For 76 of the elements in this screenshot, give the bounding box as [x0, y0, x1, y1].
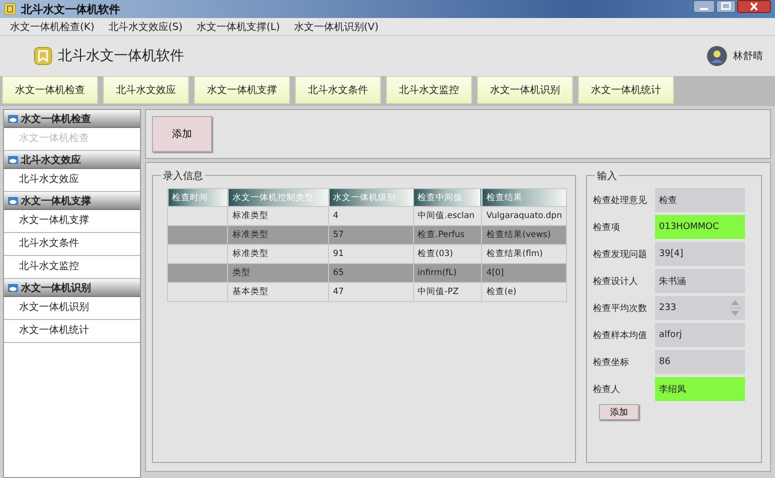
user-name: 林舒晴 — [733, 50, 763, 63]
table-cell: 检查结果(flm) — [482, 244, 566, 264]
field-label: 检查人 — [593, 384, 621, 396]
tab[interactable]: 水文一体机检查 — [2, 76, 98, 104]
sidebar-item[interactable]: 水文一体机统计 — [4, 320, 140, 343]
table-cell: 91 — [328, 244, 414, 264]
column-header: 检查时间 — [168, 188, 228, 206]
input-field[interactable]: 检查 — [655, 188, 745, 212]
group-label: 水文一体机检查 — [21, 112, 91, 126]
group-label: 水文一体机识别 — [21, 282, 91, 294]
input-field[interactable]: 李绍凤 — [655, 377, 745, 401]
table-cell: 57 — [328, 226, 414, 244]
field-label: 检查样本均值 — [593, 330, 648, 342]
field-label: 检查设计人 — [593, 276, 639, 288]
table-cell: 检查(03) — [413, 244, 482, 264]
menu-item[interactable]: 北斗水文效应(S) — [108, 20, 183, 34]
table-cell: 基本类型 — [228, 282, 328, 302]
column-header: 检查结果 — [482, 188, 566, 206]
sidebar-item[interactable]: 水文一体机识别 — [4, 297, 140, 320]
field-label: 检查平均次数 — [593, 302, 648, 314]
menu-item[interactable]: 水文一体机检查(K) — [10, 20, 94, 34]
avatar-icon[interactable] — [707, 46, 727, 66]
add-button[interactable]: 添加 — [152, 116, 212, 152]
column-header: 检查中间值 — [413, 188, 482, 206]
field-label: 检查发现问题 — [593, 248, 648, 260]
table-cell: 类型 — [228, 264, 328, 282]
table-cell: 4 — [328, 206, 414, 226]
sidebar-item[interactable]: 水文一体机支撑 — [4, 210, 140, 233]
minimize-button[interactable] — [693, 0, 715, 13]
table-cell: Vulgaraquato.dpn — [482, 206, 566, 226]
add-button[interactable]: 添加 — [599, 404, 639, 420]
table-cell: 检查.Perfus — [413, 226, 482, 244]
group-label: 北斗水文效应 — [21, 153, 81, 166]
column-header: 水文一体机级别 — [328, 188, 414, 206]
input-field[interactable]: 朱书涵 — [655, 269, 745, 293]
table-cell: 标准类型 — [228, 206, 328, 226]
field-label: 检查坐标 — [593, 356, 630, 368]
tab[interactable]: 北斗水文条件 — [295, 76, 381, 104]
group-title: 录入信息 — [161, 169, 205, 183]
app-icon — [4, 3, 16, 15]
tab[interactable]: 水文一体机支撑 — [194, 76, 290, 104]
sidebar-group-header[interactable]: 水文一体机识别 — [4, 279, 140, 297]
close-button[interactable] — [737, 0, 771, 13]
app-name: 北斗水文一体机软件 — [58, 47, 184, 65]
group-title: 输入 — [595, 169, 619, 183]
input-field[interactable]: alforj — [655, 323, 745, 347]
maximize-button[interactable] — [716, 0, 736, 13]
sidebar-item[interactable]: 北斗水文条件 — [4, 233, 140, 256]
number-field[interactable]: 233 — [655, 296, 745, 320]
table-cell: 中间值-PZ — [413, 282, 482, 302]
tab[interactable]: 北斗水文效应 — [103, 76, 189, 104]
table-cell: 检查(e) — [482, 282, 566, 302]
field-label: 检查项 — [593, 222, 621, 234]
table-cell: 中间值.esclan — [413, 206, 482, 226]
tab[interactable]: 北斗水文监控 — [386, 76, 472, 104]
menu-item[interactable]: 水文一体机支撑(L) — [196, 20, 280, 34]
field-label: 检查处理意见 — [593, 194, 648, 206]
logo-icon — [34, 47, 52, 65]
table-cell: 标准类型 — [228, 244, 328, 264]
menu-item[interactable]: 水文一体机识别(V) — [294, 20, 379, 34]
table-cell: 47 — [328, 282, 414, 302]
sidebar-group-header[interactable]: 水文一体机检查 — [4, 110, 140, 128]
sidebar-group-header[interactable]: 水文一体机支撑 — [4, 192, 140, 210]
table-cell: 4[0] — [482, 264, 566, 282]
table-cell: 检查结果(vews) — [482, 226, 566, 244]
input-field[interactable]: 013HOMMOC — [655, 215, 745, 239]
window-title: 北斗水文一体机软件 — [21, 2, 120, 16]
table-cell: infirm(fL) — [413, 264, 482, 282]
sidebar-group-header[interactable]: 北斗水文效应 — [4, 151, 140, 169]
table-cell: 65 — [328, 264, 414, 282]
group-label: 水文一体机支撑 — [21, 194, 91, 208]
input-field[interactable]: 39[4] — [655, 242, 745, 266]
tab[interactable]: 水文一体机识别 — [477, 76, 573, 104]
table-cell: 标准类型 — [228, 226, 328, 244]
tab[interactable]: 水文一体机统计 — [578, 76, 674, 104]
input-field[interactable]: 86 — [655, 350, 745, 374]
